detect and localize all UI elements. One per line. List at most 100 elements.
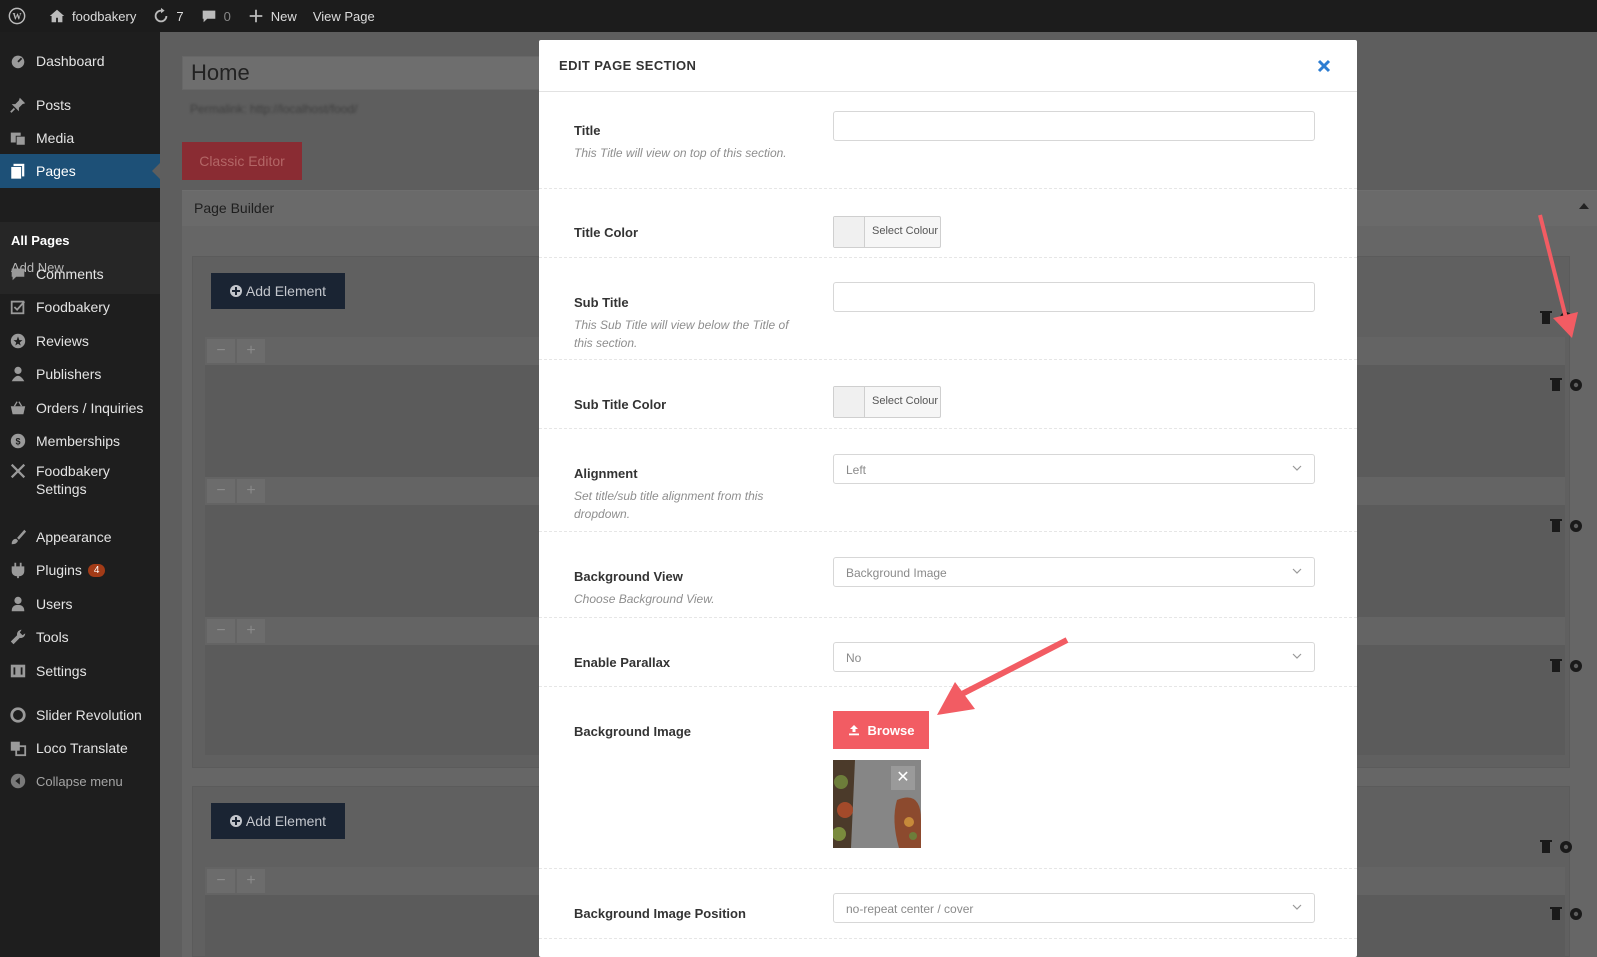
updates-link[interactable]: 7 bbox=[144, 0, 191, 32]
field-background-image: Background Image Browse ✕ bbox=[539, 687, 1357, 869]
field-background-image-position: Background Image Position no-repeat cent… bbox=[539, 869, 1357, 939]
expand-button[interactable]: + bbox=[237, 339, 265, 363]
title-color-picker[interactable]: Select Colour bbox=[833, 216, 941, 248]
sidebar-item-loco-translate[interactable]: Loco Translate bbox=[0, 731, 160, 765]
site-name-link[interactable]: foodbakery bbox=[40, 0, 144, 32]
background-image-thumbnail: ✕ bbox=[833, 760, 921, 848]
updates-count: 7 bbox=[176, 8, 184, 24]
gear-icon[interactable] bbox=[1560, 841, 1572, 853]
field-label: Alignment bbox=[574, 466, 638, 481]
comments-count: 0 bbox=[223, 8, 231, 24]
sub-title-input[interactable] bbox=[833, 282, 1315, 312]
wrench-icon bbox=[10, 629, 26, 645]
shrink-button[interactable]: − bbox=[207, 619, 235, 643]
sidebar-item-orders-inquiries[interactable]: Orders / Inquiries bbox=[0, 391, 160, 425]
sidebar-item-settings[interactable]: Settings bbox=[0, 654, 160, 688]
sidebar-item-users[interactable]: Users bbox=[0, 587, 160, 621]
dashboard-icon bbox=[11, 55, 25, 69]
modal-title: EDIT PAGE SECTION bbox=[559, 58, 697, 73]
sidebar-item-comments[interactable]: Comments bbox=[0, 257, 160, 291]
page-builder-title: Page Builder bbox=[194, 200, 275, 216]
add-element-button[interactable]: Add Element bbox=[211, 803, 345, 839]
gear-icon[interactable] bbox=[1570, 908, 1582, 920]
sidebar-item-memberships[interactable]: $ Memberships bbox=[0, 424, 160, 458]
sidebar-label: Orders / Inquiries bbox=[36, 400, 144, 416]
browse-button[interactable]: Browse bbox=[833, 711, 929, 749]
sidebar-item-pages[interactable]: Pages bbox=[0, 154, 160, 188]
submenu-all-pages[interactable]: All Pages bbox=[11, 233, 70, 248]
background-image-position-select[interactable]: no-repeat center / cover bbox=[833, 893, 1315, 923]
tools-icon bbox=[10, 463, 26, 479]
admin-sidebar: Dashboard Posts Media Pages All Pages Ad… bbox=[0, 32, 160, 957]
shrink-button[interactable]: − bbox=[207, 479, 235, 503]
field-enable-parallax: Enable Parallax No bbox=[539, 618, 1357, 687]
gear-icon[interactable] bbox=[1570, 379, 1582, 391]
sidebar-item-foodbakery-settings[interactable]: Foodbakery Settings bbox=[0, 458, 160, 502]
gear-icon[interactable] bbox=[1570, 660, 1582, 672]
trash-icon[interactable] bbox=[1550, 378, 1562, 391]
sidebar-item-publishers[interactable]: Publishers bbox=[0, 357, 160, 391]
sidebar-item-appearance[interactable]: Appearance bbox=[0, 520, 160, 554]
sidebar-label: Appearance bbox=[36, 529, 112, 545]
sidebar-item-posts[interactable]: Posts bbox=[0, 88, 160, 122]
wordpress-logo[interactable]: W bbox=[0, 0, 40, 32]
close-icon[interactable] bbox=[1316, 58, 1332, 74]
site-name: foodbakery bbox=[72, 8, 137, 24]
gear-icon[interactable] bbox=[1570, 520, 1582, 532]
select-colour-label: Select Colour bbox=[872, 395, 939, 407]
sidebar-item-media[interactable]: Media bbox=[0, 121, 160, 155]
add-element-button[interactable]: Add Element bbox=[211, 273, 345, 309]
sidebar-item-foodbakery[interactable]: Foodbakery bbox=[0, 290, 160, 324]
sidebar-item-dashboard[interactable]: Dashboard bbox=[0, 44, 160, 78]
field-label: Sub Title Color bbox=[574, 397, 667, 412]
collapse-icon bbox=[10, 773, 26, 789]
chevron-down-icon bbox=[1292, 465, 1302, 471]
remove-image-button[interactable]: ✕ bbox=[891, 766, 915, 790]
sidebar-item-slider-revolution[interactable]: Slider Revolution bbox=[0, 698, 160, 732]
sidebar-item-reviews[interactable]: Reviews bbox=[0, 324, 160, 358]
view-page-link[interactable]: View Page bbox=[305, 0, 383, 32]
trash-icon[interactable] bbox=[1550, 659, 1562, 672]
trash-icon[interactable] bbox=[1540, 311, 1552, 324]
sub-title-color-picker[interactable]: Select Colour bbox=[833, 386, 941, 418]
home-icon bbox=[49, 9, 65, 23]
trash-icon[interactable] bbox=[1550, 907, 1562, 920]
comment-icon bbox=[11, 268, 25, 281]
expand-button[interactable]: + bbox=[237, 869, 265, 893]
plugin-icon bbox=[11, 562, 25, 579]
field-description: This Sub Title will view below the Title… bbox=[574, 318, 789, 350]
add-element-label: Add Element bbox=[245, 283, 327, 299]
classic-editor-button[interactable]: Classic Editor bbox=[182, 142, 302, 180]
collapse-arrow-icon[interactable] bbox=[1579, 203, 1589, 209]
trash-icon[interactable] bbox=[1540, 840, 1552, 853]
field-label: Enable Parallax bbox=[574, 655, 671, 670]
row-tools bbox=[1550, 519, 1582, 532]
alignment-select[interactable]: Left bbox=[833, 454, 1315, 484]
sidebar-label: Publishers bbox=[36, 366, 102, 382]
field-description: Choose Background View. bbox=[574, 592, 715, 606]
gear-icon[interactable] bbox=[1560, 312, 1572, 324]
field-label: Sub Title bbox=[574, 295, 629, 310]
sidebar-item-plugins[interactable]: Plugins 4 bbox=[0, 553, 160, 587]
enable-parallax-select[interactable]: No bbox=[833, 642, 1315, 672]
shrink-button[interactable]: − bbox=[207, 869, 235, 893]
comments-link[interactable]: 0 bbox=[192, 0, 239, 32]
sidebar-item-tools[interactable]: Tools bbox=[0, 620, 160, 654]
chevron-down-icon bbox=[1292, 653, 1302, 659]
foodbakery-icon bbox=[10, 300, 25, 315]
sidebar-label: Foodbakery bbox=[36, 299, 110, 315]
shrink-button[interactable]: − bbox=[207, 339, 235, 363]
field-label: Background Image Position bbox=[574, 906, 746, 921]
new-content-link[interactable]: New bbox=[239, 0, 305, 32]
title-input[interactable] bbox=[833, 111, 1315, 141]
plus-icon bbox=[249, 9, 263, 23]
sidebar-label: Collapse menu bbox=[36, 773, 123, 789]
expand-button[interactable]: + bbox=[237, 479, 265, 503]
field-label: Background Image bbox=[574, 724, 692, 739]
field-title: Title This Title will view on top of thi… bbox=[539, 92, 1357, 189]
expand-button[interactable]: + bbox=[237, 619, 265, 643]
background-view-select[interactable]: Background Image bbox=[833, 557, 1315, 587]
sidebar-label: Posts bbox=[36, 97, 72, 113]
trash-icon[interactable] bbox=[1550, 519, 1562, 532]
sidebar-collapse-menu[interactable]: Collapse menu bbox=[0, 764, 160, 798]
